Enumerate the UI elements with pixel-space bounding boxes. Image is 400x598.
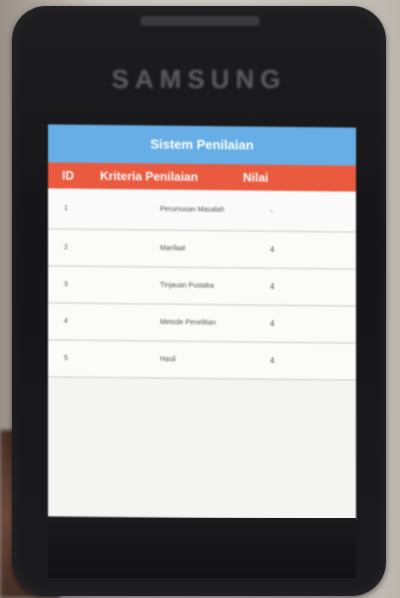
row-kriteria: Perumusan Masalah [160, 206, 225, 214]
app-title-bar: Sistem Penilaian [48, 124, 356, 166]
app-title: Sistem Penilaian [150, 136, 254, 153]
table-row[interactable]: 3 Tinjauan Pustaka 4 [48, 266, 356, 307]
phone-screen: Sistem Penilaian ID Kriteria Penilaian N… [48, 124, 356, 520]
table-row[interactable]: 5 Hasil 4 [48, 340, 356, 381]
table-row[interactable]: 2 Manfaat 4 [48, 229, 356, 270]
row-id: 3 [64, 281, 68, 289]
row-kriteria: Metode Penelitian [160, 319, 217, 327]
phone-bottom-bezel [48, 518, 356, 578]
row-nilai: 4 [270, 282, 275, 292]
row-id: 2 [64, 244, 68, 252]
row-id: 4 [64, 318, 68, 326]
row-id: 1 [64, 205, 68, 213]
header-id: ID [62, 168, 74, 183]
table-row[interactable]: 4 Metode Penelitian 4 [48, 303, 356, 344]
header-nilai: Nilai [243, 170, 269, 185]
earpiece-speaker [140, 16, 260, 26]
row-kriteria: Tinjauan Pustaka [160, 282, 214, 290]
row-kriteria: Hasil [160, 356, 176, 364]
table-header: ID Kriteria Penilaian Nilai [48, 162, 356, 192]
row-nilai: - [270, 206, 273, 216]
table-row[interactable]: 1 Perumusan Masalah - [48, 188, 356, 233]
phone-brand-logo: SAMSUNG [111, 64, 287, 94]
row-nilai: 4 [270, 245, 275, 255]
row-nilai: 4 [270, 319, 275, 329]
row-kriteria: Manfaat [160, 245, 186, 253]
row-id: 5 [64, 355, 68, 363]
row-nilai: 4 [270, 356, 275, 366]
header-kriteria: Kriteria Penilaian [100, 168, 199, 184]
